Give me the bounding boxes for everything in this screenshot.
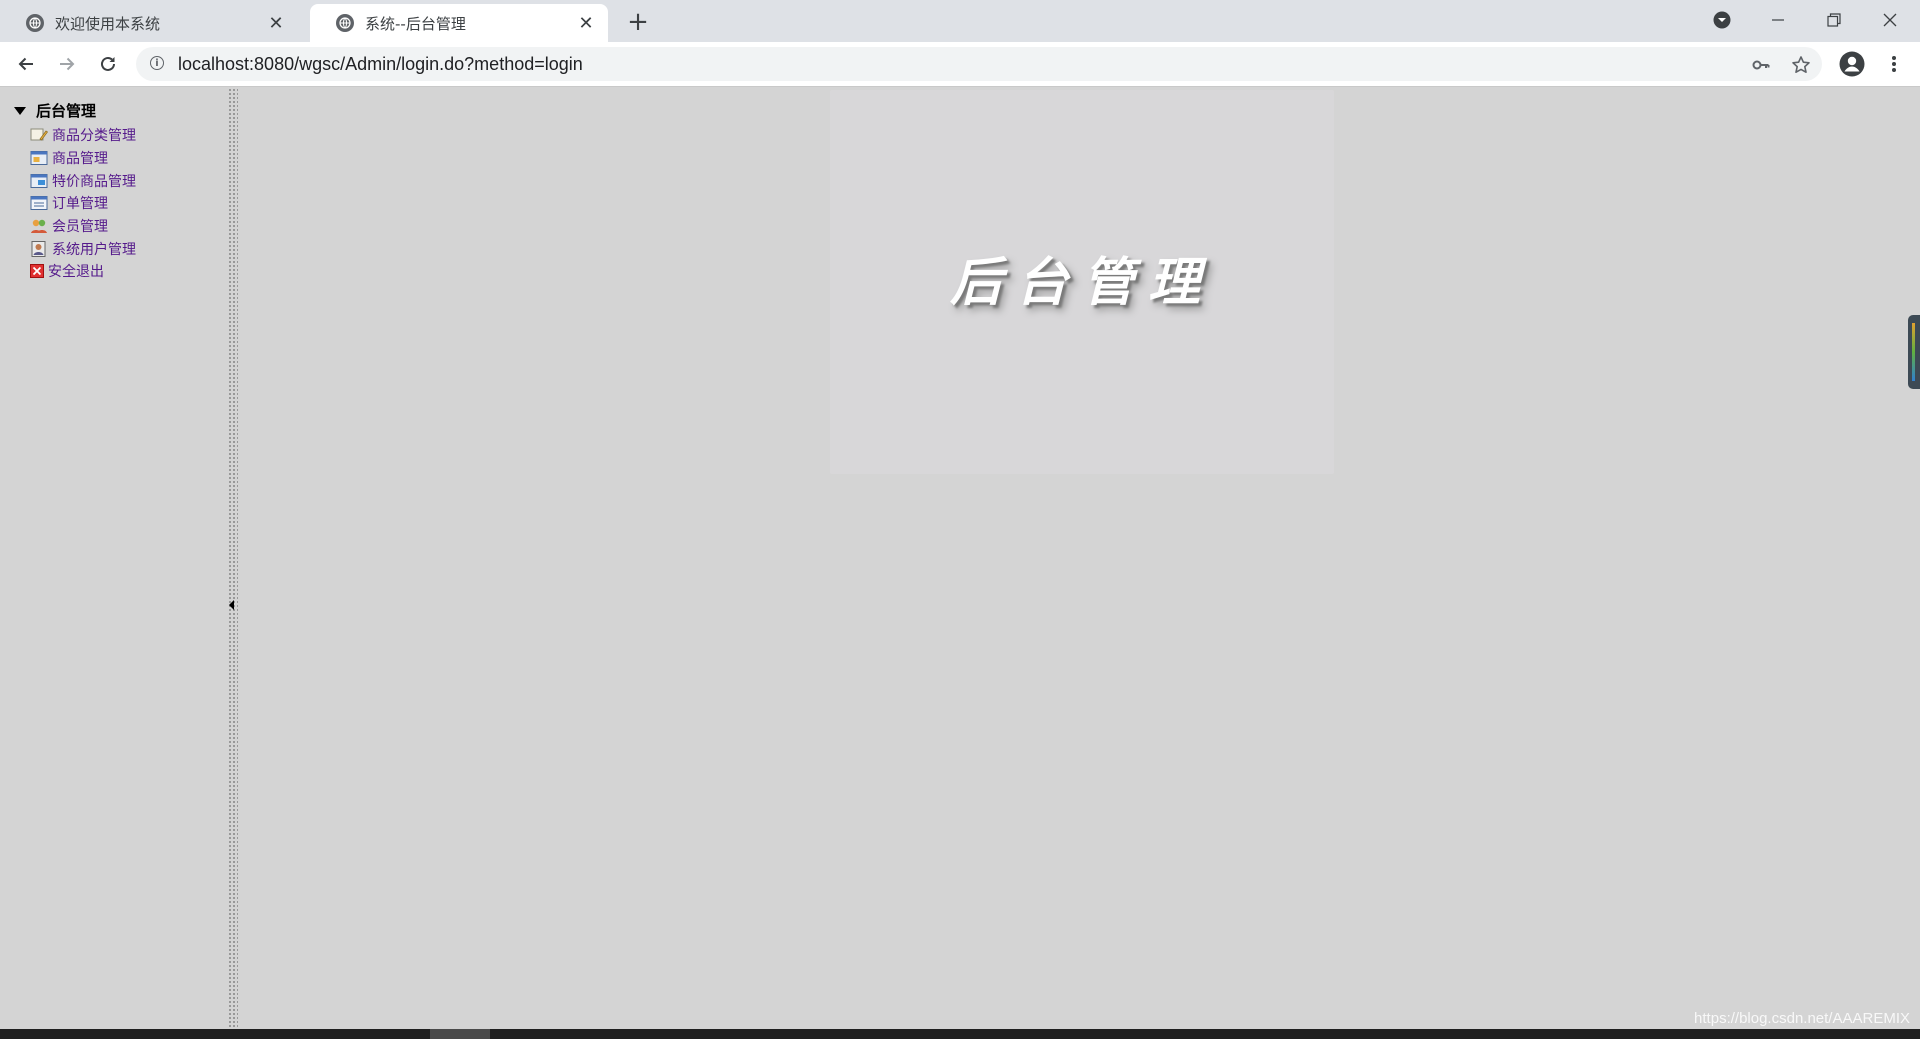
system-user-icon xyxy=(31,240,46,257)
tree-root-admin[interactable]: 后台管理 xyxy=(14,100,96,121)
bookmark-star-icon[interactable] xyxy=(1790,54,1812,76)
menu-link[interactable]: 商品管理 xyxy=(52,148,108,168)
admin-banner-image: 后台管理 xyxy=(830,90,1334,474)
tab-search-icon[interactable] xyxy=(1694,0,1750,40)
product-window-icon xyxy=(30,151,48,166)
browser-tab-strip: 欢迎使用本系统 ✕ 系统--后台管理 ✕ + xyxy=(0,0,1920,42)
globe-icon xyxy=(26,14,44,32)
admin-menu-list: 商品分类管理 商品管理 特价商品管理 订单管理 会员管理 系统用户管理 安全退出 xyxy=(30,124,136,283)
menu-link[interactable]: 特价商品管理 xyxy=(52,171,136,191)
menu-item-system-users[interactable]: 系统用户管理 xyxy=(30,237,136,260)
side-widget-bar xyxy=(1912,323,1915,381)
menu-link[interactable]: 订单管理 xyxy=(52,193,108,213)
tab-admin[interactable]: 系统--后台管理 ✕ xyxy=(310,4,608,42)
site-info-icon[interactable]: i xyxy=(150,56,164,70)
collapse-arrow-icon[interactable] xyxy=(229,600,234,610)
menu-item-special-products[interactable]: 特价商品管理 xyxy=(30,169,136,192)
url-text[interactable]: localhost:8080/wgsc/Admin/login.do?metho… xyxy=(178,47,583,81)
expand-triangle-icon[interactable] xyxy=(14,106,26,115)
taskbar-slot[interactable] xyxy=(430,1029,490,1039)
special-product-icon xyxy=(30,173,48,188)
close-window-icon[interactable] xyxy=(1862,0,1918,40)
menu-item-logout[interactable]: 安全退出 xyxy=(30,260,136,283)
left-nav-frame: 后台管理 商品分类管理 商品管理 特价商品管理 订单管理 会员管理 系统用户管理 xyxy=(0,88,228,1029)
menu-item-products[interactable]: 商品管理 xyxy=(30,147,136,170)
category-edit-icon xyxy=(30,128,48,141)
exit-icon xyxy=(30,264,44,279)
menu-item-orders[interactable]: 订单管理 xyxy=(30,192,136,215)
tree-root-label: 后台管理 xyxy=(36,102,97,120)
menu-item-members[interactable]: 会员管理 xyxy=(30,215,136,238)
minimize-icon[interactable] xyxy=(1750,0,1806,40)
members-icon xyxy=(31,219,47,234)
close-tab-icon[interactable]: ✕ xyxy=(576,13,596,34)
side-widget-tab[interactable] xyxy=(1908,315,1920,389)
menu-item-category[interactable]: 商品分类管理 xyxy=(30,124,136,147)
reload-icon[interactable] xyxy=(92,48,124,80)
menu-link[interactable]: 商品分类管理 xyxy=(52,125,136,145)
frame-splitter[interactable] xyxy=(228,88,238,1029)
os-taskbar xyxy=(0,1029,1920,1039)
main-content-frame: 后台管理 xyxy=(238,88,1920,1029)
address-bar[interactable]: i localhost:8080/wgsc/Admin/login.do?met… xyxy=(136,47,1822,81)
key-icon[interactable] xyxy=(1750,54,1772,76)
globe-icon xyxy=(336,14,354,32)
order-list-icon xyxy=(30,196,48,211)
tab-welcome[interactable]: 欢迎使用本系统 ✕ xyxy=(0,4,298,42)
browser-toolbar: i localhost:8080/wgsc/Admin/login.do?met… xyxy=(0,42,1920,87)
menu-link[interactable]: 安全退出 xyxy=(48,261,104,281)
banner-title: 后台管理 xyxy=(949,252,1214,313)
new-tab-button[interactable]: + xyxy=(624,8,652,36)
menu-dots-icon[interactable] xyxy=(1878,48,1910,80)
forward-icon[interactable] xyxy=(51,48,83,80)
menu-link[interactable]: 系统用户管理 xyxy=(52,239,136,259)
back-icon[interactable] xyxy=(10,48,42,80)
watermark-text: https://blog.csdn.net/AAAREMIX xyxy=(1694,1010,1910,1027)
restore-icon[interactable] xyxy=(1806,0,1862,40)
close-tab-icon[interactable]: ✕ xyxy=(266,13,286,34)
profile-avatar-icon[interactable] xyxy=(1836,48,1868,80)
tab-title: 系统--后台管理 xyxy=(365,14,466,33)
menu-link[interactable]: 会员管理 xyxy=(52,216,108,236)
tab-title: 欢迎使用本系统 xyxy=(55,14,161,33)
